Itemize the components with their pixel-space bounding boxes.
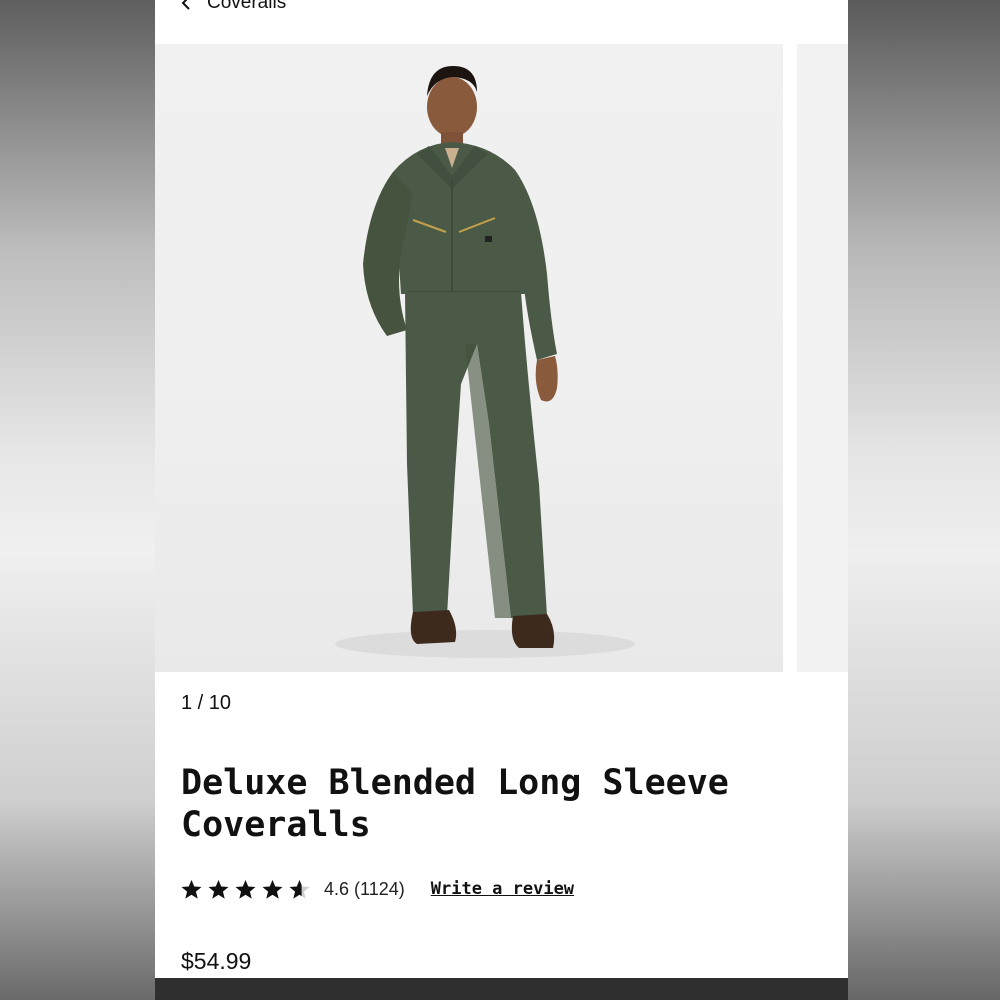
bottom-bar (155, 978, 848, 1000)
product-page: Coveralls 1 / 10 Deluxe Blended Long Sle… (155, 0, 848, 1000)
star-icon (235, 879, 256, 899)
rating-row: 4.6 (1124) Write a review (181, 876, 574, 902)
back-link-label: Coveralls (207, 0, 287, 13)
star-icon (181, 879, 202, 899)
rating-number: 4.6 (324, 878, 350, 899)
image-gallery[interactable] (155, 44, 848, 672)
star-icon (262, 879, 283, 899)
model-in-coveralls-image (335, 66, 635, 658)
product-price: $54.99 (181, 948, 252, 974)
product-image[interactable] (155, 44, 783, 672)
rating-value: 4.6 (1124) (324, 879, 405, 900)
next-product-image-peek[interactable] (797, 44, 848, 672)
right-background (848, 0, 1000, 1000)
top-nav: Coveralls (155, 0, 848, 44)
chevron-left-icon (181, 0, 191, 10)
product-title: Deluxe Blended Long Sleeve Coveralls (181, 763, 729, 845)
back-link[interactable]: Coveralls (181, 0, 286, 16)
review-count: (1124) (354, 878, 405, 899)
star-icon (289, 879, 310, 899)
star-icon (208, 879, 229, 899)
left-background (0, 0, 155, 1000)
image-counter: 1 / 10 (181, 692, 232, 714)
star-rating (181, 879, 310, 900)
write-review-link[interactable]: Write a review (431, 879, 574, 899)
